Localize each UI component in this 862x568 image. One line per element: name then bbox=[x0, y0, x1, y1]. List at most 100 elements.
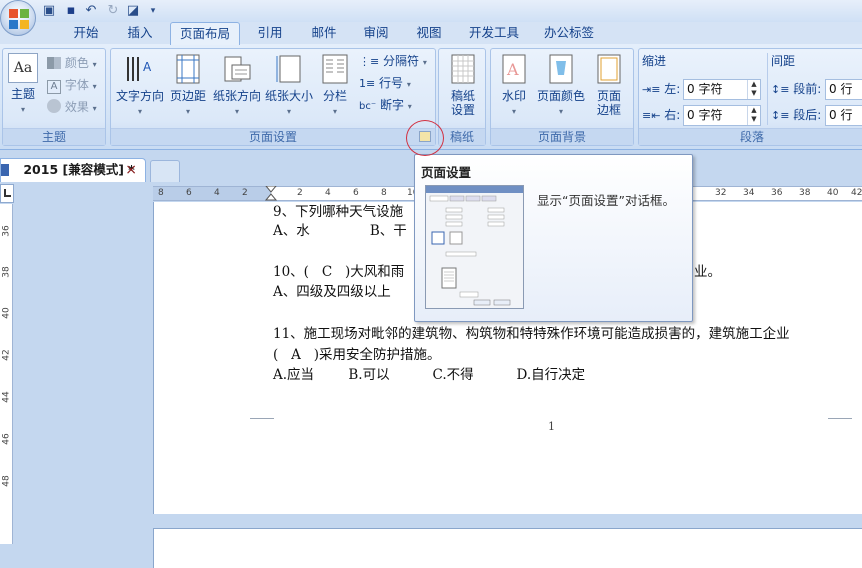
indent-right-input[interactable]: 0 字符 ▲ ▼ bbox=[683, 105, 761, 126]
tooltip-title: 页面设置 bbox=[421, 165, 472, 180]
columns-label: 分栏 bbox=[322, 89, 347, 103]
document-tab-close-icon[interactable]: × bbox=[125, 159, 137, 181]
spacing-before-label: ↕≡ 段前: bbox=[771, 79, 821, 99]
group-label-themes: 主题 bbox=[3, 128, 105, 145]
colors-icon bbox=[47, 57, 61, 69]
group-label-page-setup: 页面设置 bbox=[111, 128, 435, 145]
themes-button[interactable]: Aa 主题 ▾ bbox=[5, 53, 41, 117]
document-line: 11、施工现场对毗邻的建筑物、构筑物和特特殊作环境可能造成损害的，建筑施工企业 bbox=[273, 326, 790, 342]
tab-mailings[interactable]: 邮件 bbox=[300, 22, 348, 44]
margins-icon bbox=[173, 53, 203, 85]
indent-left-text: 左: bbox=[664, 82, 681, 96]
size-label: 纸张大小 bbox=[264, 89, 313, 103]
document-tab[interactable]: 2015 [兼容模式] * × bbox=[0, 158, 146, 182]
print-preview-icon[interactable]: ◪ bbox=[124, 2, 142, 20]
office-logo-icon bbox=[9, 9, 29, 29]
spacing-after-text: 段后: bbox=[793, 108, 822, 122]
office-button[interactable] bbox=[0, 0, 36, 36]
indent-heading: 缩进 bbox=[642, 54, 667, 68]
orientation-label: 纸张方向 bbox=[212, 89, 261, 103]
document-line: A.应当 B.可以 C.不得 D.自行决定 bbox=[273, 367, 586, 383]
indent-left-input[interactable]: 0 字符 ▲ ▼ bbox=[683, 79, 761, 100]
ruler-tick: 44 bbox=[1, 391, 12, 403]
tab-home[interactable]: 开始 bbox=[62, 22, 110, 44]
indent-right-spinner-icon[interactable]: ▲ ▼ bbox=[747, 106, 760, 125]
ruler-tick: 34 bbox=[743, 188, 755, 198]
ruler-tick: 2 bbox=[242, 188, 248, 198]
group-page-setup: A 文字方向 ▾ 页边距 ▾ 纸张方向 ▾ 纸张大小 ▾ 分栏 ▾ ⋮≡ 分隔符… bbox=[110, 48, 436, 146]
vertical-ruler[interactable]: 36 38 40 42 44 46 48 bbox=[0, 204, 13, 544]
ruler-tick: 4 bbox=[214, 188, 220, 198]
undo-icon[interactable]: ↶ bbox=[82, 2, 100, 20]
redo-icon[interactable]: ↻ bbox=[104, 2, 122, 20]
document-line: 9、下列哪种天气设施 bbox=[273, 204, 404, 220]
ruler-tick: 46 bbox=[1, 433, 12, 445]
spacing-after-input[interactable]: 0 行 bbox=[825, 105, 862, 126]
margins-button[interactable]: 页边距 ▾ bbox=[167, 53, 209, 119]
ruler-tick: 48 bbox=[1, 475, 12, 487]
indent-right-label: ≡⇤ 右: bbox=[642, 105, 680, 125]
indent-left-spinner-icon[interactable]: ▲ ▼ bbox=[747, 80, 760, 99]
theme-colors-button[interactable]: 颜色 ▾ bbox=[47, 53, 97, 73]
tab-view[interactable]: 视图 bbox=[405, 22, 453, 44]
group-themes: Aa 主题 ▾ 颜色 ▾ A 字体 ▾ 效果 ▾ 主题 bbox=[2, 48, 106, 146]
word-icon[interactable]: ▣ bbox=[40, 2, 58, 20]
line-numbers-button[interactable]: 1≡ 行号 ▾ bbox=[359, 73, 411, 93]
columns-button[interactable]: 分栏 ▾ bbox=[317, 53, 353, 119]
spacing-before-input[interactable]: 0 行 bbox=[825, 79, 862, 100]
ribbon-tab-row: 开始 插入 页面布局 引用 邮件 审阅 视图 开发工具 办公标签 bbox=[0, 22, 862, 45]
text-direction-button[interactable]: A 文字方向 ▾ bbox=[115, 53, 165, 119]
manuscript-label-2: 设置 bbox=[450, 103, 475, 117]
size-button[interactable]: 纸张大小 ▾ bbox=[263, 53, 315, 119]
spacing-after-icon: ↕≡ bbox=[771, 109, 790, 122]
group-label-paragraph: 段落 bbox=[639, 128, 862, 145]
orientation-icon bbox=[222, 53, 252, 85]
ruler-tick: 42 bbox=[851, 188, 862, 198]
themes-label: 主题 bbox=[10, 87, 35, 101]
hyphenation-icon: bc⁻ bbox=[359, 101, 377, 112]
spacing-after-label: ↕≡ 段后: bbox=[771, 105, 821, 125]
save-icon[interactable]: ▪ bbox=[62, 2, 80, 20]
tab-selector-icon[interactable] bbox=[0, 184, 14, 203]
ruler-tick: 40 bbox=[827, 188, 839, 198]
tab-office-tab[interactable]: 办公标签 bbox=[535, 22, 603, 44]
svg-text:A: A bbox=[143, 60, 152, 74]
tab-insert[interactable]: 插入 bbox=[114, 22, 166, 44]
theme-fonts-label: 字体 bbox=[64, 78, 89, 92]
crop-mark bbox=[828, 418, 852, 419]
document-tab-icon bbox=[1, 164, 9, 176]
hyphenation-label: 断字 bbox=[379, 98, 404, 112]
new-document-tab-button[interactable] bbox=[150, 160, 180, 182]
hyphenation-button[interactable]: bc⁻ 断字 ▾ bbox=[359, 95, 412, 115]
indent-left-icon: ⇥≡ bbox=[642, 83, 661, 96]
group-label-manuscript: 稿纸 bbox=[439, 128, 485, 145]
theme-effects-label: 效果 bbox=[64, 100, 89, 114]
tab-developer[interactable]: 开发工具 bbox=[460, 22, 528, 44]
ruler-tick: 40 bbox=[1, 307, 12, 319]
theme-effects-button[interactable]: 效果 ▾ bbox=[47, 97, 97, 117]
page-borders-button[interactable]: 页面 边框 bbox=[589, 53, 629, 117]
breaks-button[interactable]: ⋮≡ 分隔符 ▾ bbox=[359, 51, 427, 71]
text-direction-icon: A bbox=[125, 53, 155, 85]
theme-fonts-button[interactable]: A 字体 ▾ bbox=[47, 75, 97, 95]
orientation-button[interactable]: 纸张方向 ▾ bbox=[211, 53, 263, 119]
page-color-button[interactable]: 页面颜色 ▾ bbox=[535, 53, 587, 119]
next-document-page[interactable] bbox=[153, 528, 862, 568]
tab-review[interactable]: 审阅 bbox=[352, 22, 400, 44]
tab-page-layout[interactable]: 页面布局 bbox=[170, 22, 240, 45]
page-borders-label-1: 页面 bbox=[596, 89, 621, 103]
ruler-tick: 36 bbox=[771, 188, 783, 198]
qat-dropdown-icon[interactable]: ▾ bbox=[144, 2, 162, 20]
tab-references[interactable]: 引用 bbox=[245, 22, 295, 44]
page-number: 1 bbox=[548, 420, 555, 433]
indent-right-value: 0 字符 bbox=[687, 108, 723, 122]
watermark-button[interactable]: A 水印 ▾ bbox=[495, 53, 533, 119]
indent-left-label: ⇥≡ 左: bbox=[642, 79, 680, 99]
breaks-icon: ⋮≡ bbox=[359, 55, 380, 68]
tooltip-description: 显示“页面设置”对话框。 bbox=[537, 193, 675, 208]
document-tab-title: 2015 [兼容模式] * bbox=[23, 162, 135, 177]
manuscript-settings-button[interactable]: 稿纸 设置 bbox=[443, 53, 483, 117]
group-paragraph: 缩进 ⇥≡ 左: 0 字符 ▲ ▼ ≡⇤ 右: 0 字符 ▲ ▼ 间距 ↕≡ 段前:… bbox=[638, 48, 862, 146]
ruler-tick: 6 bbox=[353, 188, 359, 198]
group-manuscript: 稿纸 设置 稿纸 bbox=[438, 48, 486, 146]
